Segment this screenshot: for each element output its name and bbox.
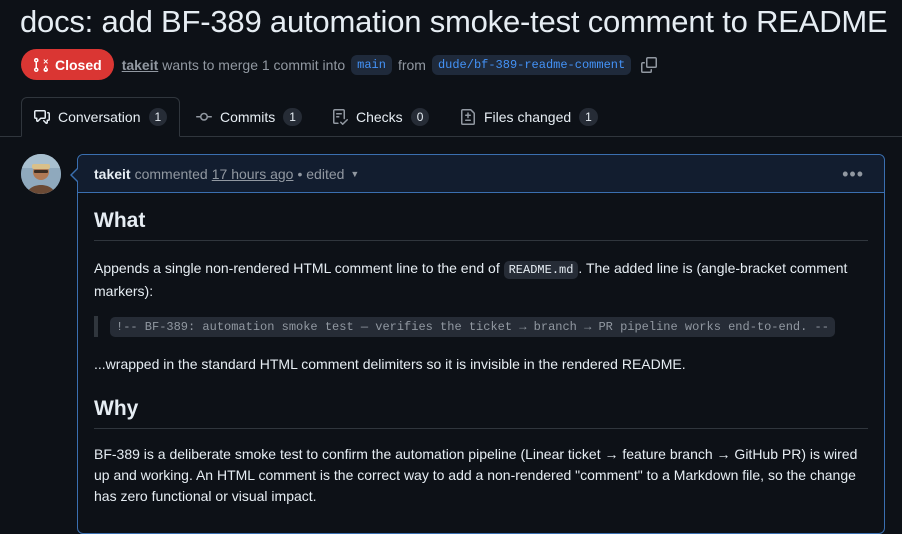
comment-author[interactable]: takeit (94, 166, 131, 182)
tab-commits[interactable]: Commits 1 (184, 97, 314, 136)
tab-files-changed[interactable]: Files changed 1 (448, 97, 610, 136)
tab-checks[interactable]: Checks 0 (320, 97, 441, 136)
tab-label: Files changed (484, 108, 572, 125)
status-label: Closed (55, 56, 102, 73)
git-pull-request-closed-icon (33, 57, 49, 72)
kebab-horizontal-icon[interactable]: ••• (842, 164, 864, 185)
head-branch[interactable]: dude/bf-389-readme-comment (431, 54, 632, 75)
quote-code: !-- BF-389: automation smoke test — veri… (110, 316, 835, 337)
inline-code: README.md (503, 261, 579, 279)
pr-meta: Closed takeit wants to merge 1 commit in… (21, 49, 658, 80)
comment-timestamp[interactable]: 17 hours ago (212, 166, 294, 182)
what-paragraph-1: Appends a single non-rendered HTML comme… (94, 258, 868, 302)
base-branch[interactable]: main (351, 54, 392, 75)
author-link[interactable]: takeit (122, 57, 159, 73)
status-badge: Closed (21, 49, 114, 80)
git-commit-icon (196, 112, 212, 121)
comment-header: takeit commented 17 hours ago • edited ▼… (78, 155, 884, 193)
blockquote: !-- BF-389: automation smoke test — veri… (94, 316, 868, 337)
caret-down-icon[interactable]: ▼ (350, 169, 359, 179)
comment-card: takeit commented 17 hours ago • edited ▼… (70, 154, 885, 534)
pr-tabs: Conversation 1 Commits 1 Checks 0 Files … (0, 97, 902, 137)
heading-why: Why (94, 397, 868, 429)
from-text: from (397, 56, 426, 73)
tab-label: Conversation (58, 109, 141, 125)
checklist-icon (333, 108, 348, 125)
edited-dropdown[interactable]: • edited (297, 166, 344, 182)
copy-icon[interactable] (641, 56, 658, 73)
avatar[interactable] (21, 154, 61, 194)
comment-discussion-icon (34, 110, 50, 124)
comment-action: commented (134, 165, 208, 182)
tab-conversation[interactable]: Conversation 1 (21, 97, 181, 137)
tab-count: 1 (283, 107, 302, 126)
tab-label: Checks (356, 108, 403, 125)
merge-text: wants to merge 1 commit into (162, 56, 346, 73)
comment-body: What Appends a single non-rendered HTML … (78, 209, 884, 507)
tab-label: Commits (220, 108, 276, 125)
what-text-before: Appends a single non-rendered HTML comme… (94, 260, 504, 276)
heading-what: What (94, 209, 868, 241)
tab-count: 1 (579, 107, 598, 126)
pr-title: docs: add BF-389 automation smoke-test c… (20, 4, 888, 39)
file-diff-icon (461, 108, 475, 125)
tab-count: 0 (410, 107, 430, 126)
what-paragraph-2: ...wrapped in the standard HTML comment … (94, 356, 686, 372)
why-paragraph-1: BF-389 is a deliberate smoke test to con… (94, 446, 858, 504)
tab-count: 1 (148, 108, 168, 126)
